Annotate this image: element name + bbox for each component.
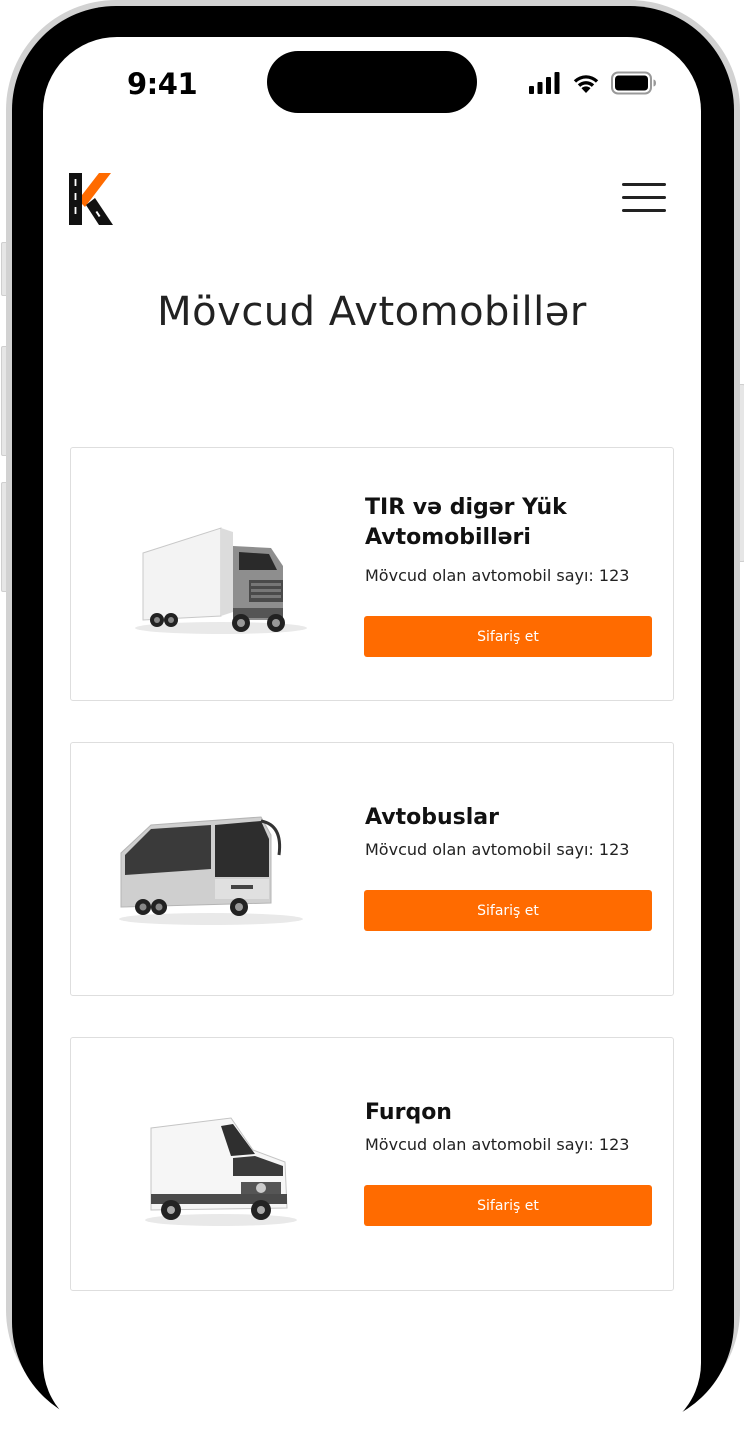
dynamic-island [267, 51, 477, 113]
k-road-logo[interactable] [69, 173, 113, 225]
order-button[interactable]: Sifariş et [364, 616, 652, 657]
bus-image [119, 816, 303, 925]
wifi-icon [573, 75, 599, 93]
cellular-signal-icon [529, 72, 560, 94]
vehicle-count: Mövcud olan avtomobil sayı: 123 [365, 840, 630, 859]
status-time: 9:41 [127, 67, 198, 101]
hamburger-menu-icon[interactable] [622, 183, 666, 213]
vehicle-name: Furqon [365, 1100, 452, 1125]
vehicle-card-bus: Avtobuslar Mövcud olan avtomobil sayı: 1… [70, 742, 674, 996]
order-button[interactable]: Sifariş et [364, 890, 652, 931]
vehicle-name: TIR və digər Yük Avtomobilləri [365, 495, 567, 550]
vehicle-name: Avtobuslar [365, 805, 499, 830]
order-button[interactable]: Sifariş et [364, 1185, 652, 1226]
truck-image [135, 527, 307, 634]
vehicle-count: Mövcud olan avtomobil sayı: 123 [365, 566, 630, 585]
phone-screen: 9:41 Mövcud Avtomobillər TIR və digər Yü… [43, 37, 701, 1437]
page-title: Mövcud Avtomobillər [157, 289, 587, 335]
vehicle-card-truck: TIR və digər Yük Avtomobilləri Mövcud ol… [70, 447, 674, 701]
vehicle-card-van: Furqon Mövcud olan avtomobil sayı: 123 S… [70, 1037, 674, 1291]
battery-icon [611, 71, 656, 95]
status-icons [529, 71, 657, 95]
vehicle-count: Mövcud olan avtomobil sayı: 123 [365, 1135, 630, 1154]
van-image [145, 1117, 297, 1226]
